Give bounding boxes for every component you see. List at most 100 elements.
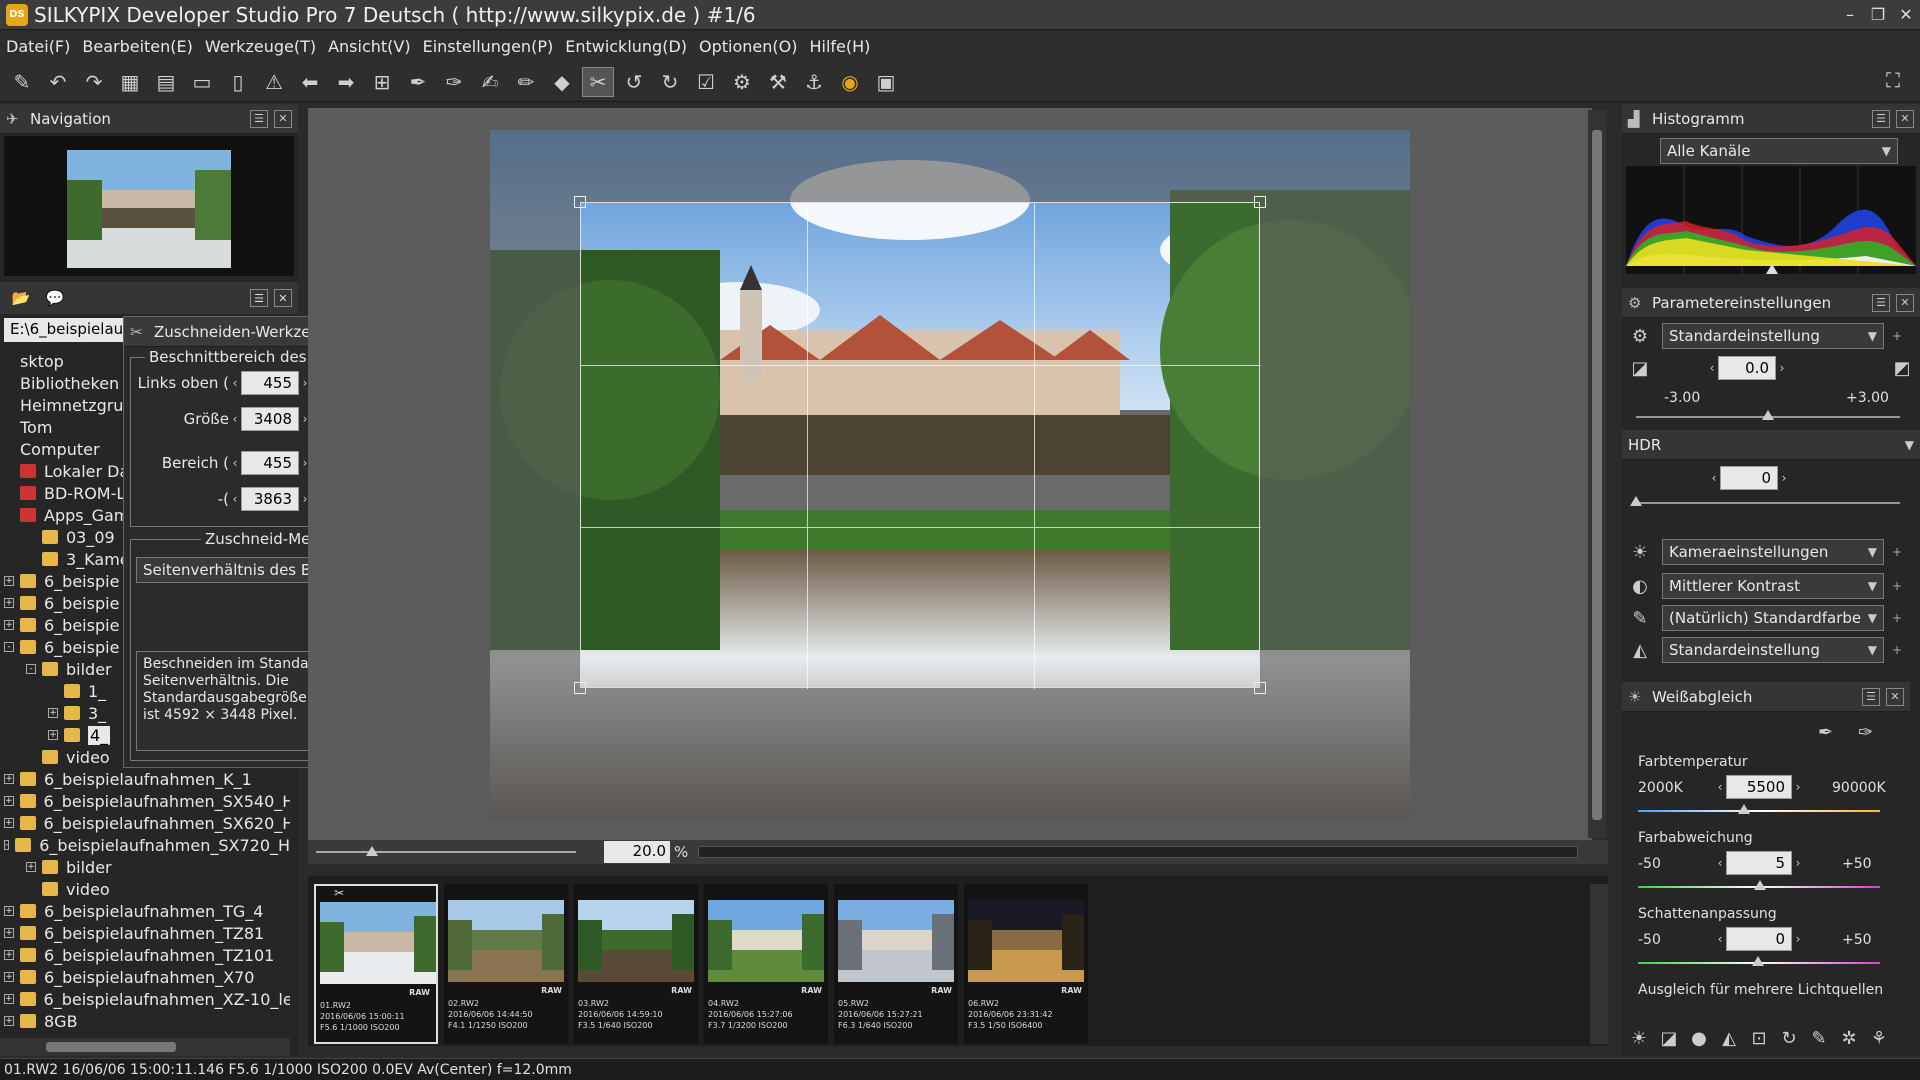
- expand-toggle-icon[interactable]: +: [4, 972, 14, 982]
- single-view-icon[interactable]: ▭: [186, 67, 218, 97]
- rotate-right-icon[interactable]: ↻: [654, 67, 686, 97]
- add-icon[interactable]: +: [1892, 329, 1902, 343]
- camera-settings-select[interactable]: Kameraeinstellungen ▼: [1662, 539, 1884, 565]
- panel-close-icon[interactable]: ✕: [1896, 109, 1914, 128]
- contrast-select[interactable]: Mittlerer Kontrast ▼: [1662, 573, 1884, 599]
- thumbnail-item[interactable]: RAW 06.RW2 2016/06/06 23:31:42 F3.5 1/50 IS…: [964, 884, 1088, 1044]
- increment-icon[interactable]: ›: [1778, 471, 1790, 485]
- wb-eyedropper-plus-icon[interactable]: ✑: [1858, 722, 1873, 743]
- expand-toggle-icon[interactable]: +: [4, 1016, 14, 1026]
- tree-item[interactable]: video: [0, 878, 290, 900]
- menu-datei[interactable]: Datei(F): [0, 37, 76, 56]
- expand-toggle-icon[interactable]: -: [26, 664, 36, 674]
- grid-view-icon[interactable]: ▦: [114, 67, 146, 97]
- hdr-slider[interactable]: [1636, 502, 1900, 504]
- warning-icon[interactable]: ⚠: [258, 67, 290, 97]
- zoom-slider-knob[interactable]: [366, 846, 378, 856]
- tree-item[interactable]: +6_beispielaufnahmen_TZ101: [0, 944, 290, 966]
- tint-slider-knob[interactable]: [1754, 880, 1766, 890]
- panel-close-icon[interactable]: ✕: [1896, 293, 1914, 312]
- menu-optionen[interactable]: Optionen(O): [693, 37, 803, 56]
- back-icon[interactable]: ⬅: [294, 67, 326, 97]
- expand-toggle-icon[interactable]: +: [4, 796, 14, 806]
- close-window-button[interactable]: ✕: [1892, 5, 1920, 24]
- decrement-icon[interactable]: ‹: [229, 376, 241, 390]
- expand-toggle-icon[interactable]: +: [4, 620, 14, 630]
- scroll-thumb[interactable]: [1592, 130, 1602, 820]
- rotate-left-icon[interactable]: ↺: [618, 67, 650, 97]
- increment-icon[interactable]: ›: [1792, 780, 1804, 794]
- develop-icon[interactable]: ✎: [6, 67, 38, 97]
- menu-entwicklung[interactable]: Entwicklung(D): [559, 37, 693, 56]
- color-select[interactable]: (Natürlich) Standardfarbe ▼: [1662, 605, 1884, 631]
- zoom-input[interactable]: 20.0: [604, 841, 670, 863]
- tree-item[interactable]: +6_beispielaufnahmen_SX620_H: [0, 812, 290, 834]
- temperature-input[interactable]: 5500: [1726, 775, 1792, 799]
- redo-icon[interactable]: ↷: [78, 67, 110, 97]
- tree-item[interactable]: +6_beispielaufnahmen_K_1: [0, 768, 290, 790]
- add-icon[interactable]: +: [1892, 579, 1902, 593]
- forward-icon[interactable]: ➡: [330, 67, 362, 97]
- thumbnail-item[interactable]: RAW 01.RW2 2016/06/06 15:00:11 F5.6 1/1000 …: [314, 884, 438, 1044]
- expand-toggle-icon[interactable]: +: [4, 994, 14, 1004]
- crop-handle-top-right[interactable]: [1254, 196, 1266, 208]
- auto-exposure-icon[interactable]: ◩: [1888, 358, 1916, 379]
- crop-handle-bottom-right[interactable]: [1254, 682, 1266, 694]
- expand-toggle-icon[interactable]: +: [4, 928, 14, 938]
- range-x2-input[interactable]: 3863: [241, 487, 299, 511]
- filmstrip-scrollbar[interactable]: [1590, 884, 1608, 1044]
- panel-close-icon[interactable]: ✕: [274, 109, 292, 128]
- zoom-slider[interactable]: [316, 851, 576, 853]
- thumbnail-item[interactable]: RAW 04.RW2 2016/06/06 15:27:06 F3.7 1/3200 …: [704, 884, 828, 1044]
- hdr-header[interactable]: HDR ▼: [1622, 430, 1920, 460]
- decrement-icon[interactable]: ‹: [1706, 361, 1718, 375]
- spot-icon[interactable]: ◆: [546, 67, 578, 97]
- range-x1-input[interactable]: 455: [241, 451, 299, 475]
- increment-icon[interactable]: ›: [1776, 361, 1788, 375]
- sharpness-select[interactable]: Standardeinstellung ▼: [1662, 637, 1884, 663]
- compare-view-icon[interactable]: ▯: [222, 67, 254, 97]
- menu-werkzeuge[interactable]: Werkzeuge(T): [199, 37, 322, 56]
- size-width-input[interactable]: 3408: [241, 407, 299, 431]
- expand-toggle-icon[interactable]: +: [4, 774, 14, 784]
- decrement-icon[interactable]: ‹: [229, 492, 241, 506]
- decrement-icon[interactable]: ‹: [229, 412, 241, 426]
- expand-toggle-icon[interactable]: +: [4, 598, 14, 608]
- navigation-preview[interactable]: [4, 136, 294, 276]
- expand-toggle-icon[interactable]: +: [4, 906, 14, 916]
- increment-icon[interactable]: ›: [1792, 932, 1804, 946]
- exposure-input[interactable]: 0.0: [1718, 356, 1776, 380]
- tree-item[interactable]: + bilder: [0, 856, 290, 878]
- comment-tab-icon[interactable]: 💬: [40, 285, 70, 311]
- fullscreen-icon[interactable]: ⛶: [1886, 68, 1912, 94]
- temperature-slider[interactable]: [1638, 810, 1880, 812]
- image-viewer[interactable]: [308, 108, 1592, 863]
- expand-toggle-icon[interactable]: +: [4, 818, 14, 828]
- menu-hilfe[interactable]: Hilfe(H): [803, 37, 876, 56]
- display-icon[interactable]: ▣: [870, 67, 902, 97]
- tree-item[interactable]: +6_beispielaufnahmen_SX540_H: [0, 790, 290, 812]
- gear-icon[interactable]: ⚙: [1626, 326, 1654, 347]
- eyedropper-plus-icon[interactable]: ✑: [438, 67, 470, 97]
- top-left-x-input[interactable]: 455: [241, 371, 299, 395]
- expand-toggle-icon[interactable]: -: [4, 642, 14, 652]
- menu-einstellungen[interactable]: Einstellungen(P): [417, 37, 560, 56]
- decrement-icon[interactable]: ‹: [229, 456, 241, 470]
- sharpness-shortcut-icon[interactable]: ◭: [1716, 1028, 1742, 1049]
- batch-icon[interactable]: ⚙: [726, 67, 758, 97]
- panel-menu-icon[interactable]: ☰: [1872, 293, 1890, 312]
- panel-menu-icon[interactable]: ☰: [1862, 687, 1880, 706]
- eyedropper-icon[interactable]: ✒: [402, 67, 434, 97]
- ds-icon[interactable]: ◉: [834, 67, 866, 97]
- tint-input[interactable]: 5: [1726, 851, 1792, 875]
- expand-toggle-icon[interactable]: -: [4, 840, 10, 850]
- expand-toggle-icon[interactable]: +: [26, 862, 36, 872]
- folder-path-field[interactable]: E:\6_beispielau: [4, 318, 124, 342]
- menu-bearbeiten[interactable]: Bearbeiten(E): [76, 37, 199, 56]
- add-icon[interactable]: +: [1892, 545, 1902, 559]
- wb-eyedropper-icon[interactable]: ✒: [1818, 722, 1833, 743]
- panel-close-icon[interactable]: ✕: [1886, 687, 1904, 706]
- shadow-input[interactable]: 0: [1726, 927, 1792, 951]
- crop-handle-top-left[interactable]: [574, 196, 586, 208]
- preset-select[interactable]: Standardeinstellung ▼: [1662, 323, 1884, 349]
